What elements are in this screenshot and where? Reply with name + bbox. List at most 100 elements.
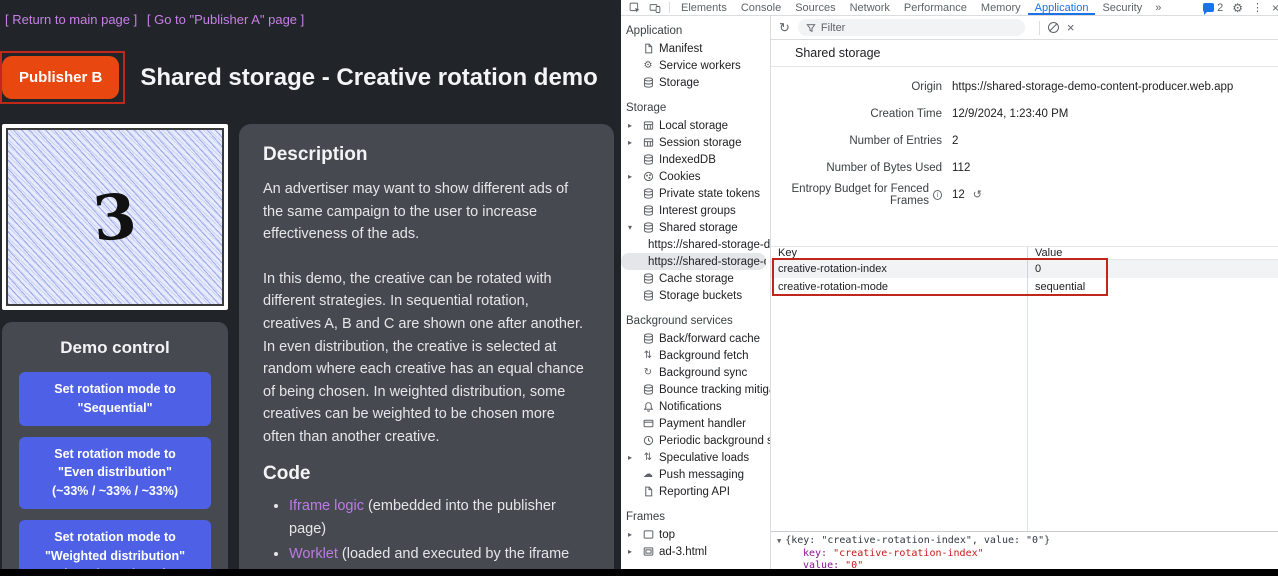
- sidebar-item-label: Speculative loads: [659, 452, 749, 464]
- sidebar-item-session-storage[interactable]: ▸ Session storage: [621, 134, 770, 151]
- sidebar-item-frame-top[interactable]: ▸ top: [621, 526, 770, 543]
- chevron-right-icon[interactable]: ▸: [628, 530, 638, 539]
- set-even-distribution-button[interactable]: Set rotation mode to "Even distribution"…: [19, 437, 211, 509]
- sidebar-item-manifest[interactable]: Manifest: [621, 40, 770, 57]
- tab-performance[interactable]: Performance: [897, 0, 974, 15]
- sidebar-item-label: Notifications: [659, 401, 722, 413]
- settings-gear-icon[interactable]: ⚙: [1232, 1, 1243, 15]
- bottom-letterbox: [0, 569, 1278, 576]
- tab-memory[interactable]: Memory: [974, 0, 1028, 15]
- delete-icon[interactable]: ×: [1067, 20, 1075, 35]
- kebab-menu-icon[interactable]: ⋮: [1252, 1, 1263, 14]
- chevron-right-icon[interactable]: ▸: [628, 121, 638, 130]
- sidebar-item-speculative-loads[interactable]: ▸ ⇅ Speculative loads: [621, 449, 770, 466]
- field-value: https://shared-storage-demo-content-prod…: [952, 81, 1233, 93]
- sidebar-item-periodic-background-sync[interactable]: Periodic background s…: [621, 432, 770, 449]
- property-name: key:: [803, 548, 827, 559]
- sidebar-item-background-fetch[interactable]: ⇅ Background fetch: [621, 347, 770, 364]
- expander-triangle-icon[interactable]: ▼: [777, 537, 781, 546]
- column-header-value[interactable]: Value: [1028, 247, 1278, 259]
- publisher-a-link[interactable]: [ Go to "Publisher A" page ]: [147, 12, 304, 27]
- close-icon[interactable]: ×: [1272, 1, 1278, 15]
- tab-sources[interactable]: Sources: [788, 0, 842, 15]
- sidebar-item-private-state-tokens[interactable]: Private state tokens: [621, 185, 770, 202]
- database-icon: [642, 205, 654, 217]
- sidebar-item-local-storage[interactable]: ▸ Local storage: [621, 117, 770, 134]
- sidebar-item-cache-storage[interactable]: Cache storage: [621, 270, 770, 287]
- refresh-icon[interactable]: ↻: [779, 20, 790, 36]
- field-label: Number of Bytes Used: [771, 162, 942, 174]
- worklet-link[interactable]: Worklet: [289, 546, 338, 562]
- application-sidebar: Application Manifest ⚙ Service workers S…: [621, 16, 771, 569]
- sidebar-item-reporting-api[interactable]: Reporting API: [621, 483, 770, 500]
- set-weighted-distribution-button[interactable]: Set rotation mode to "Weighted distribut…: [19, 520, 211, 569]
- sidebar-item-storage[interactable]: Storage: [621, 74, 770, 91]
- tab-network[interactable]: Network: [843, 0, 897, 15]
- creative-ad: 3: [6, 128, 224, 306]
- description-panel: Description An advertiser may want to sh…: [239, 124, 614, 569]
- info-icon[interactable]: i: [933, 190, 942, 200]
- database-icon: [642, 333, 654, 345]
- sidebar-section-background-services: Background services: [621, 310, 770, 330]
- sidebar-item-shared-storage[interactable]: ▾ Shared storage: [621, 219, 770, 236]
- field-creation-time: Creation Time 12/9/2024, 1:23:40 PM: [771, 100, 1278, 127]
- table-row[interactable]: creative-rotation-mode sequential: [771, 278, 1278, 296]
- filter-input[interactable]: Filter: [798, 19, 1025, 36]
- more-tabs-icon[interactable]: »: [1149, 0, 1167, 15]
- table-row[interactable]: creative-rotation-index 0: [771, 260, 1278, 278]
- clear-icon[interactable]: [1048, 22, 1059, 33]
- inspect-element-icon[interactable]: [625, 0, 645, 15]
- tab-security[interactable]: Security: [1095, 0, 1149, 15]
- field-value: 2: [952, 135, 958, 147]
- table-empty-area: [771, 296, 1278, 531]
- sidebar-item-background-sync[interactable]: ↻ Background sync: [621, 364, 770, 381]
- issues-button[interactable]: 2: [1203, 2, 1223, 14]
- field-value: 12/9/2024, 1:23:40 PM: [952, 108, 1068, 120]
- sidebar-item-label: Bounce tracking mitiga…: [659, 384, 771, 396]
- tab-application[interactable]: Application: [1028, 0, 1096, 15]
- field-entropy-budget: Entropy Budget for Fenced Frames i 12 ↺: [771, 181, 1278, 208]
- chevron-right-icon[interactable]: ▸: [628, 138, 638, 147]
- panel-title: Shared storage: [771, 40, 1278, 67]
- page-title: Shared storage - Creative rotation demo: [140, 64, 597, 92]
- sidebar-item-frame-ad3[interactable]: ▸ ad-3.html: [621, 543, 770, 560]
- sidebar-item-back-forward-cache[interactable]: Back/forward cache: [621, 330, 770, 347]
- tab-elements[interactable]: Elements: [674, 0, 734, 15]
- return-main-link[interactable]: [ Return to main page ]: [5, 12, 137, 27]
- iframe-logic-link[interactable]: Iframe logic: [289, 498, 364, 514]
- sidebar-item-shared-storage-origin-2[interactable]: https://shared-storage-d…: [621, 253, 766, 270]
- sidebar-item-indexeddb[interactable]: IndexedDB: [621, 151, 770, 168]
- chevron-right-icon[interactable]: ▸: [628, 172, 638, 181]
- column-header-key[interactable]: Key: [771, 247, 1028, 259]
- sidebar-item-cookies[interactable]: ▸ Cookies: [621, 168, 770, 185]
- sidebar-item-storage-buckets[interactable]: Storage buckets: [621, 287, 770, 304]
- sidebar-item-service-workers[interactable]: ⚙ Service workers: [621, 57, 770, 74]
- publisher-badge-annotation: Publisher B: [0, 51, 125, 104]
- list-item: Worklet (loaded and executed by the ifra…: [289, 543, 590, 569]
- set-sequential-button[interactable]: Set rotation mode to "Sequential": [19, 372, 211, 426]
- chevron-right-icon[interactable]: ▸: [628, 547, 638, 556]
- device-toolbar-icon[interactable]: [645, 0, 665, 15]
- up-down-arrows-icon: ⇅: [642, 350, 654, 362]
- creative-ad-frame: 3: [2, 124, 228, 310]
- description-title: Description: [263, 144, 590, 166]
- sidebar-item-label: Periodic background s…: [659, 435, 771, 447]
- table-header-row: Key Value: [771, 247, 1278, 260]
- property-value: "creative-rotation-index": [833, 548, 984, 559]
- tab-console[interactable]: Console: [734, 0, 788, 15]
- sidebar-item-bounce-tracking[interactable]: Bounce tracking mitiga…: [621, 381, 770, 398]
- sidebar-item-label: ad-3.html: [659, 546, 707, 558]
- sidebar-item-push-messaging[interactable]: ☁ Push messaging: [621, 466, 770, 483]
- publisher-b-button[interactable]: Publisher B: [2, 56, 119, 99]
- chevron-down-icon[interactable]: ▾: [628, 223, 638, 232]
- sidebar-item-notifications[interactable]: Notifications: [621, 398, 770, 415]
- reset-budget-icon[interactable]: ↺: [973, 188, 982, 201]
- document-icon: [642, 43, 654, 55]
- document-icon: [642, 486, 654, 498]
- sidebar-item-interest-groups[interactable]: Interest groups: [621, 202, 770, 219]
- filter-funnel-icon: [806, 23, 816, 33]
- sidebar-item-shared-storage-origin-1[interactable]: https://shared-storage-d…: [621, 236, 770, 253]
- chevron-right-icon[interactable]: ▸: [628, 453, 638, 462]
- sidebar-item-label: Payment handler: [659, 418, 746, 430]
- sidebar-item-payment-handler[interactable]: Payment handler: [621, 415, 770, 432]
